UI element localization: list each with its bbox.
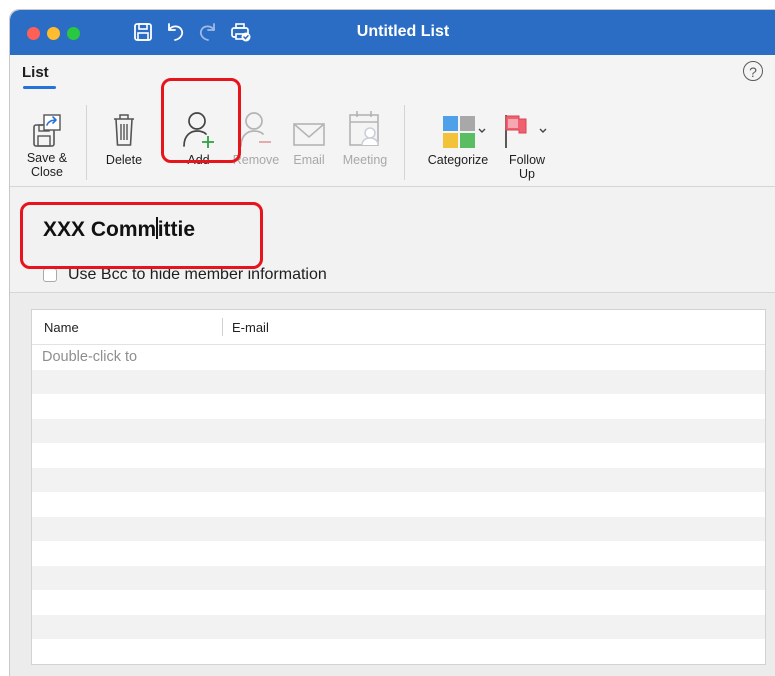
help-button[interactable]: ? [743,61,763,81]
save-close-button[interactable]: Save & Close [22,105,72,179]
column-divider[interactable] [222,318,223,336]
meeting-button[interactable]: Meeting [336,105,394,167]
add-member-placeholder: Double-click to [42,349,138,365]
window-title: Untitled List [356,23,450,40]
table-row[interactable] [32,516,765,541]
categorize-icon [430,105,486,149]
follow-up-button[interactable]: Follow Up [502,105,552,181]
table-row[interactable] [32,443,765,468]
bcc-checkbox[interactable] [43,268,57,282]
trash-icon [111,105,137,149]
categorize-button[interactable]: Categorize [418,105,498,167]
delete-label: Delete [105,153,143,167]
table-row[interactable] [32,614,765,639]
tab-list[interactable]: List [22,64,49,81]
email-label: Email [293,153,325,167]
members-table[interactable]: Name E-mail Double-click to [31,309,766,665]
delete-button[interactable]: Delete [98,105,150,167]
meeting-label: Meeting [342,153,388,167]
table-row[interactable] [32,467,765,492]
ribbon-separator [404,105,405,180]
table-header: Name E-mail [32,310,765,345]
save-close-label: Save & Close [26,151,68,179]
list-name-highlight [20,202,263,269]
title-bar: Untitled List [10,10,775,55]
contact-list-window: Untitled List List ? Save & Close Delete… [9,9,775,676]
table-row[interactable] [32,418,765,443]
table-row[interactable] [32,565,765,590]
column-header-email[interactable]: E-mail [232,320,269,335]
calendar-person-icon [348,105,382,149]
table-row[interactable]: Double-click to [32,345,765,370]
remove-person-icon [238,105,274,149]
save-close-icon [32,105,62,149]
categorize-label: Categorize [427,153,489,167]
table-row[interactable] [32,541,765,566]
table-row[interactable] [32,394,765,419]
table-row[interactable] [32,639,765,664]
active-tab-indicator [23,86,56,89]
add-button-highlight [161,78,241,163]
table-row[interactable] [32,369,765,394]
ribbon-separator [86,105,87,180]
list-form: XXX Committie Use Bcc to hide member inf… [10,187,775,293]
flag-icon [499,105,555,149]
ribbon: List ? Save & Close Delete Add Remove Em… [10,55,775,187]
email-button[interactable]: Email [287,105,331,167]
envelope-icon [292,105,326,149]
table-row[interactable] [32,492,765,517]
follow-up-label: Follow Up [508,153,546,181]
table-row[interactable] [32,590,765,615]
column-header-name[interactable]: Name [44,320,79,335]
